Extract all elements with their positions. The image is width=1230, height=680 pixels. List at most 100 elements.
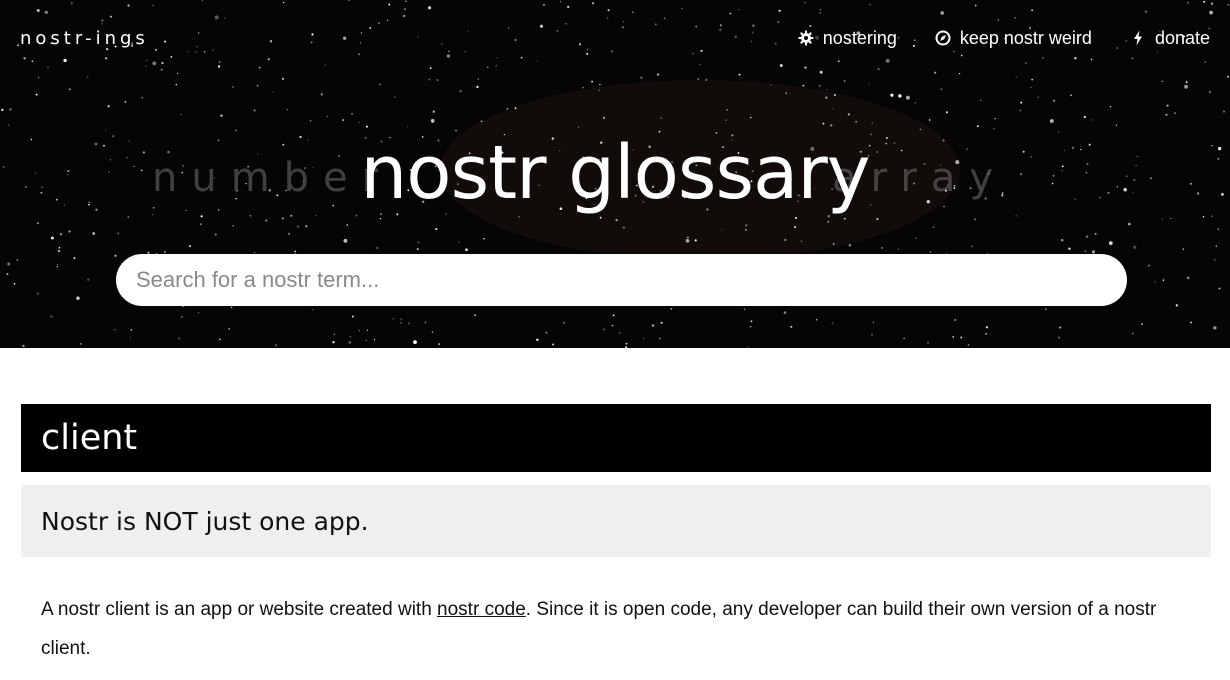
nav-link-nostering[interactable]: nostering xyxy=(798,28,897,49)
star xyxy=(432,110,435,113)
top-navigation: nostr-ings nostering keep nostr weird do… xyxy=(0,0,1230,76)
star xyxy=(794,226,796,228)
star xyxy=(994,118,996,120)
star xyxy=(928,119,931,121)
star xyxy=(745,224,748,227)
star xyxy=(1052,99,1056,102)
star xyxy=(750,320,753,323)
star xyxy=(506,107,509,110)
nav-link-keep-nostr-weird[interactable]: keep nostr weird xyxy=(935,28,1092,49)
nav-link-label: nostering xyxy=(822,27,897,48)
star xyxy=(1070,94,1073,97)
gear-icon xyxy=(798,30,814,46)
star xyxy=(929,250,932,254)
star xyxy=(1061,239,1064,242)
star xyxy=(366,329,369,331)
star xyxy=(22,344,25,347)
nostr-code-link[interactable]: nostr code xyxy=(437,599,526,620)
star xyxy=(914,101,917,104)
hero-banner: number array nostr-ings nostering keep n… xyxy=(0,0,1230,348)
star xyxy=(905,95,910,100)
star xyxy=(124,101,127,103)
star xyxy=(599,83,601,86)
star xyxy=(431,331,434,333)
star xyxy=(1174,112,1176,114)
star xyxy=(815,319,818,321)
star xyxy=(625,342,628,345)
star xyxy=(1170,217,1172,220)
star xyxy=(783,311,787,314)
star xyxy=(1154,281,1156,283)
star xyxy=(1133,245,1137,249)
star xyxy=(952,336,955,338)
star xyxy=(407,322,411,325)
star xyxy=(868,83,870,85)
brand-logo-link[interactable]: nostr-ings xyxy=(20,28,149,49)
star xyxy=(1161,218,1164,220)
star xyxy=(582,86,584,89)
star xyxy=(35,93,38,96)
term-summary: Nostr is NOT just one app. xyxy=(21,485,1211,557)
star xyxy=(459,89,462,93)
star xyxy=(178,337,181,340)
star xyxy=(1037,96,1040,98)
star xyxy=(130,329,133,331)
star xyxy=(871,122,873,124)
star xyxy=(13,282,16,285)
star xyxy=(847,113,851,116)
star xyxy=(1015,76,1017,78)
star xyxy=(1202,215,1205,218)
star xyxy=(375,246,379,250)
star xyxy=(199,223,202,226)
nav-link-label: keep nostr weird xyxy=(959,27,1092,48)
star xyxy=(831,322,834,325)
star xyxy=(465,248,468,252)
star xyxy=(1049,119,1054,123)
star xyxy=(881,246,884,249)
star xyxy=(218,338,221,341)
star xyxy=(832,107,834,110)
star xyxy=(326,115,329,118)
nav-link-donate[interactable]: donate xyxy=(1130,28,1210,49)
star xyxy=(687,236,689,239)
star xyxy=(660,117,662,119)
star xyxy=(436,79,439,82)
star xyxy=(855,120,858,123)
star xyxy=(1020,101,1023,104)
star xyxy=(36,222,39,225)
star xyxy=(625,346,628,348)
star xyxy=(56,263,59,266)
star xyxy=(1108,241,1113,245)
star xyxy=(1218,287,1221,290)
star xyxy=(435,227,438,231)
star xyxy=(980,99,982,101)
search-input[interactable] xyxy=(116,254,1127,306)
star xyxy=(428,78,431,81)
star xyxy=(536,338,539,342)
star xyxy=(117,232,120,235)
star xyxy=(750,116,752,119)
star xyxy=(1109,105,1112,108)
star xyxy=(985,326,989,329)
star xyxy=(970,245,973,248)
page-title: nostr glossary xyxy=(360,130,870,216)
star xyxy=(552,343,555,346)
star xyxy=(413,340,417,345)
star xyxy=(473,314,477,317)
star xyxy=(642,337,645,340)
star xyxy=(477,78,479,80)
star xyxy=(332,341,335,344)
star xyxy=(57,250,61,253)
star xyxy=(189,245,191,248)
star xyxy=(1141,323,1143,325)
star xyxy=(685,238,690,243)
star xyxy=(394,96,396,98)
star xyxy=(114,328,116,331)
star xyxy=(265,219,268,222)
star xyxy=(615,218,618,222)
star xyxy=(1162,279,1165,282)
star xyxy=(416,248,419,251)
star xyxy=(960,336,963,339)
star xyxy=(973,218,977,221)
star xyxy=(967,344,970,346)
